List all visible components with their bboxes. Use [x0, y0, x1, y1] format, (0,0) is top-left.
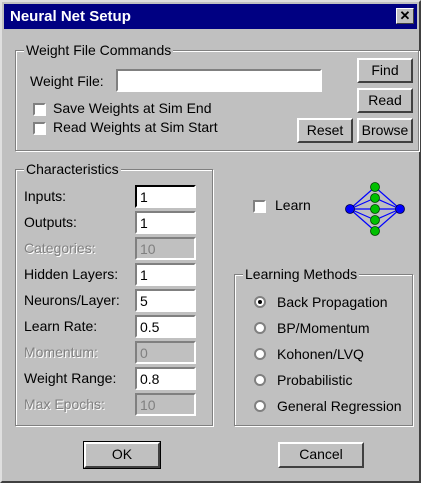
backprop-label: Back Propagation [277, 294, 388, 310]
weight-file-label: Weight File: [30, 73, 104, 89]
hidden-layers-field[interactable] [135, 263, 196, 286]
momentum-field [135, 341, 196, 364]
title-bar: Neural Net Setup ✕ [4, 4, 417, 29]
max-epochs-label: Max Epochs: [24, 396, 105, 412]
weight-file-legend: Weight File Commands [24, 42, 174, 58]
window-title: Neural Net Setup [10, 8, 131, 25]
bp-momentum-radio[interactable] [254, 322, 266, 334]
kohonen-radio[interactable] [254, 348, 266, 360]
close-button[interactable]: ✕ [396, 8, 414, 24]
ok-button[interactable]: OK [83, 441, 161, 469]
dialog-window: Neural Net Setup ✕ Weight File Commands … [0, 0, 421, 483]
inputs-label: Inputs: [24, 188, 67, 204]
bp-momentum-label: BP/Momentum [277, 320, 370, 336]
general-regression-radio[interactable] [254, 400, 266, 412]
weight-range-field[interactable] [135, 367, 196, 390]
reset-button[interactable]: Reset [297, 118, 353, 143]
cancel-button[interactable]: Cancel [278, 442, 364, 468]
close-icon: ✕ [399, 8, 411, 23]
kohonen-label: Kohonen/LVQ [277, 346, 364, 362]
inputs-field[interactable] [135, 185, 196, 208]
weight-range-label: Weight Range: [24, 370, 117, 386]
learn-label: Learn [275, 197, 311, 213]
categories-field [135, 237, 196, 260]
learn-rate-label: Learn Rate: [24, 318, 98, 334]
read-weights-label: Read Weights at Sim Start [53, 119, 218, 135]
save-weights-label: Save Weights at Sim End [53, 100, 212, 116]
momentum-label: Momentum: [24, 344, 98, 360]
max-epochs-field [135, 393, 196, 416]
hidden-layers-label: Hidden Layers: [24, 266, 119, 282]
characteristics-legend: Characteristics [24, 161, 121, 177]
save-weights-checkbox[interactable] [33, 103, 46, 116]
categories-label: Categories: [24, 240, 96, 256]
neurons-per-layer-field[interactable] [135, 289, 196, 312]
learn-rate-field[interactable] [135, 315, 196, 338]
probabilistic-label: Probabilistic [277, 372, 353, 388]
neural-network-icon [345, 182, 405, 236]
weight-file-input[interactable] [116, 69, 322, 92]
outputs-label: Outputs: [24, 214, 77, 230]
learn-checkbox[interactable] [253, 200, 266, 213]
outputs-field[interactable] [135, 211, 196, 234]
backprop-radio[interactable] [254, 296, 266, 308]
read-weights-checkbox[interactable] [33, 122, 46, 135]
browse-button[interactable]: Browse [357, 118, 413, 143]
general-regression-label: General Regression [277, 398, 402, 414]
read-button[interactable]: Read [357, 88, 413, 113]
learning-methods-legend: Learning Methods [243, 266, 360, 282]
probabilistic-radio[interactable] [254, 374, 266, 386]
find-button[interactable]: Find [357, 58, 413, 83]
neurons-per-layer-label: Neurons/Layer: [24, 292, 120, 308]
